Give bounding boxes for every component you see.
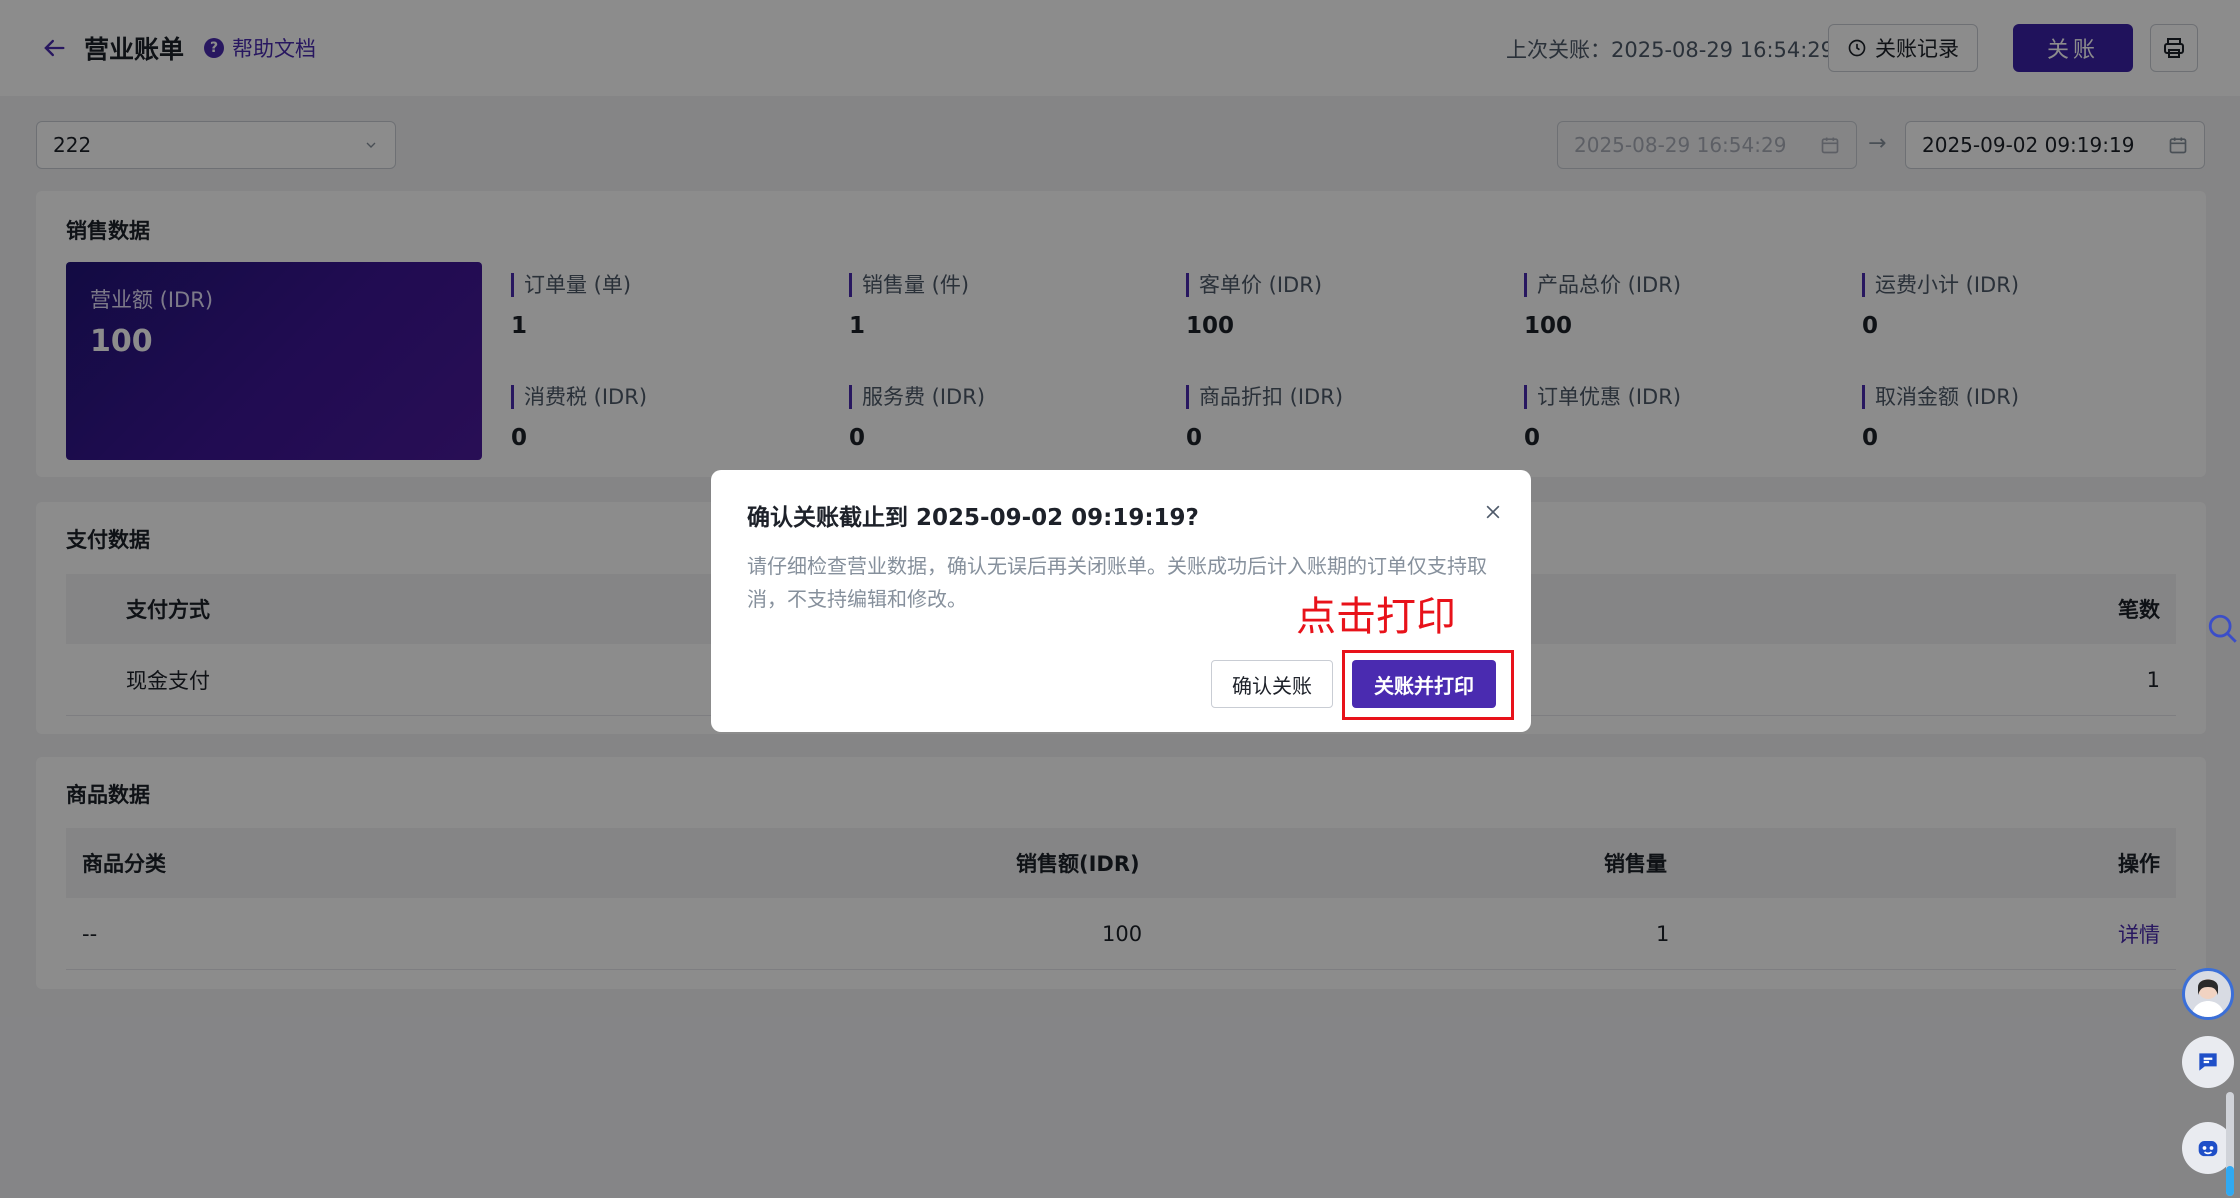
search-icon[interactable] <box>2206 612 2240 646</box>
confirm-close-dialog: 确认关账截止到 2025-09-02 09:19:19? 请仔细检查营业数据，确… <box>711 470 1531 732</box>
support-avatar[interactable] <box>2182 968 2234 1020</box>
chat-button[interactable] <box>2182 1036 2234 1088</box>
dialog-title: 确认关账截止到 2025-09-02 09:19:19? <box>747 505 1199 531</box>
scrollbar-thumb[interactable] <box>2226 1166 2234 1196</box>
confirm-close-button[interactable]: 确认关账 <box>1211 660 1333 708</box>
robot-icon <box>2198 1141 2218 1157</box>
avatar-icon <box>2191 979 2225 1017</box>
chat-icon <box>2199 1053 2217 1071</box>
close-and-print-button[interactable]: 关账并打印 <box>1352 660 1496 708</box>
click-print-annotation: 点击打印 <box>1296 594 1456 640</box>
close-icon[interactable] <box>1483 502 1503 522</box>
